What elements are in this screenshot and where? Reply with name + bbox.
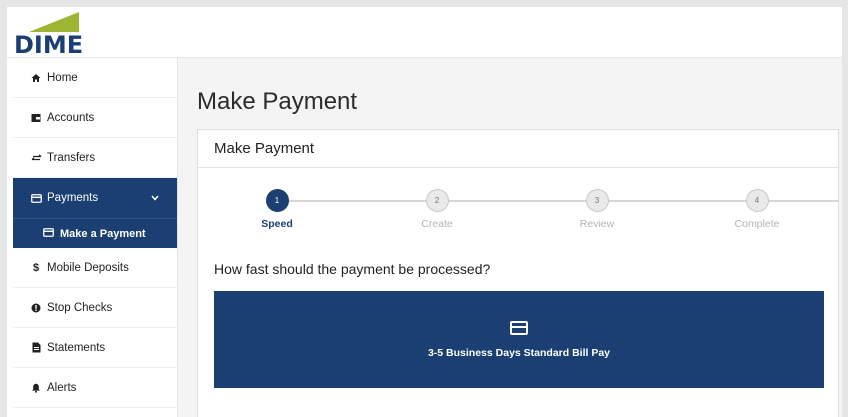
- sidebar-item-label: Alerts: [47, 381, 77, 394]
- page-title: Make Payment: [197, 88, 358, 115]
- payment-card: Make Payment 1 Speed 2 Create 3 Review 4: [197, 129, 839, 417]
- step-label: Complete: [734, 218, 780, 230]
- step-complete: 4 Complete: [717, 189, 797, 230]
- step-label: Review: [579, 218, 615, 230]
- wallet-icon: [29, 113, 43, 123]
- step-create: 2 Create: [397, 189, 477, 230]
- sidebar-item-mobile-deposits[interactable]: $ Mobile Deposits: [13, 248, 177, 288]
- alert-circle-icon: [29, 303, 43, 313]
- step-label: Create: [421, 218, 453, 230]
- logo-text: DIME: [14, 31, 84, 59]
- credit-card-icon: [43, 227, 54, 240]
- document-icon: [29, 342, 43, 353]
- home-icon: [29, 73, 43, 83]
- top-bar: DIME: [7, 7, 842, 59]
- step-number: 4: [745, 189, 769, 212]
- step-indicator: 1 Speed 2 Create 3 Review 4 Complete: [198, 168, 840, 238]
- dime-logo[interactable]: DIME: [13, 10, 93, 59]
- step-review: 3 Review: [557, 189, 637, 230]
- sidebar-item-alerts[interactable]: Alerts: [13, 368, 177, 408]
- option-label: 3-5 Business Days Standard Bill Pay: [427, 346, 611, 359]
- sidebar-item-home[interactable]: Home: [13, 58, 177, 98]
- sidebar-item-label: Payments: [47, 192, 99, 204]
- sidebar-item-label: Mobile Deposits: [47, 261, 129, 274]
- step-number: 1: [265, 189, 289, 212]
- sidebar-item-transfers[interactable]: Transfers: [13, 138, 177, 178]
- sidebar-item-accounts[interactable]: Accounts: [13, 98, 177, 138]
- chevron-down-icon[interactable]: [151, 193, 159, 204]
- sidebar-subitem-make-a-payment[interactable]: Make a Payment: [13, 218, 177, 248]
- sidebar-item-label: Home: [47, 71, 78, 84]
- sidebar-item-label: Statements: [47, 341, 106, 354]
- sidebar-item-stop-checks[interactable]: Stop Checks: [13, 288, 177, 328]
- speed-question: How fast should the payment be processed…: [214, 261, 491, 277]
- step-speed: 1 Speed: [237, 189, 317, 230]
- step-label: Speed: [261, 218, 293, 230]
- dollar-icon: $: [32, 261, 40, 274]
- sidebar-item-statements[interactable]: Statements: [13, 328, 177, 368]
- step-number: 2: [425, 189, 449, 212]
- credit-card-icon: [29, 193, 43, 203]
- sidebar-item-label: Transfers: [47, 151, 96, 164]
- standard-bill-pay-option[interactable]: 3-5 Business Days Standard Bill Pay: [214, 291, 824, 388]
- bell-icon: [29, 383, 43, 393]
- sidebar-item-payments[interactable]: Payments: [13, 178, 177, 218]
- sidebar-item-label: Accounts: [47, 111, 95, 124]
- card-title: Make Payment: [198, 130, 838, 168]
- credit-card-icon: [510, 320, 528, 335]
- sidebar-nav: Home Accounts Transfers Payments Make a …: [13, 58, 178, 417]
- main-content: Make Payment Make Payment 1 Speed 2 Crea…: [178, 58, 842, 417]
- step-number: 3: [585, 189, 609, 212]
- sidebar-subitem-label: Make a Payment: [60, 227, 146, 240]
- sidebar-item-label: Stop Checks: [47, 301, 113, 314]
- transfer-icon: [29, 153, 43, 163]
- app-window: DIME Home Accounts Transfers Payments Ma…: [7, 7, 842, 417]
